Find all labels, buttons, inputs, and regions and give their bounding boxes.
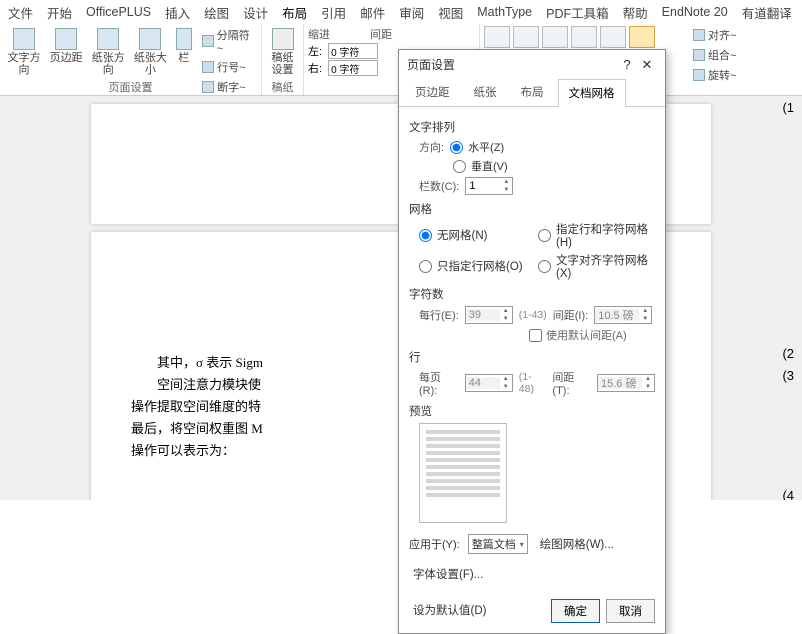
line-numbers-button[interactable]: 行号~ <box>199 58 257 76</box>
arrange-icon[interactable] <box>629 26 655 48</box>
menu-item[interactable]: MathType <box>477 5 532 19</box>
grid-char-align-radio[interactable]: 文字对齐字符网格(X) <box>538 252 655 280</box>
menu-item[interactable]: 布局 <box>282 3 307 22</box>
direction-vertical-radio[interactable]: 垂直(V) <box>453 158 508 174</box>
help-icon[interactable]: ? <box>617 57 637 72</box>
group-label-page-setup: 页面设置 <box>0 79 261 95</box>
menu-item[interactable]: 插入 <box>165 3 190 22</box>
page-setup-dialog: 页面设置 ? ✕ 页边距纸张布局文档网格 文字排列 方向: 水平(Z) 垂直(V… <box>398 49 666 634</box>
menu-item[interactable]: 开始 <box>47 3 72 22</box>
use-default-pitch-checkbox[interactable]: 使用默认间距(A) <box>529 327 627 343</box>
group-button[interactable]: 组合~ <box>690 46 739 64</box>
menu-item[interactable]: 帮助 <box>623 3 648 22</box>
breaks-button[interactable]: 分隔符~ <box>199 26 257 56</box>
dialog-tab[interactable]: 页边距 <box>405 79 460 106</box>
grid-lines-chars-radio[interactable]: 指定行和字符网格(H) <box>538 221 655 249</box>
direction-horizontal-radio[interactable]: 水平(Z) <box>450 139 504 155</box>
indent-left-input[interactable] <box>328 43 378 59</box>
menu-item[interactable]: 引用 <box>321 3 346 22</box>
draw-grid-button[interactable]: 绘图网格(W)... <box>536 533 618 555</box>
preview-box <box>419 423 507 523</box>
chars-per-line-spinner[interactable]: ▲▼ <box>465 306 513 324</box>
dialog-tab[interactable]: 纸张 <box>464 79 507 106</box>
menu-item[interactable]: 视图 <box>438 3 463 22</box>
close-icon[interactable]: ✕ <box>637 57 657 73</box>
arrange-icon[interactable] <box>484 26 510 48</box>
ribbon-group-manuscript: 稿纸 设置 稿纸 <box>262 24 304 95</box>
line-pitch-spinner[interactable]: ▲▼ <box>597 374 655 392</box>
grid-lines-only-radio[interactable]: 只指定行网格(O) <box>419 252 536 280</box>
arrange-icon[interactable] <box>571 26 597 48</box>
section-grid: 网格 <box>409 201 655 217</box>
lines-per-page-spinner[interactable]: ▲▼ <box>465 374 513 392</box>
arrange-icon[interactable] <box>542 26 568 48</box>
equation-number: (3 <box>782 368 794 383</box>
indent-right-input[interactable] <box>328 60 378 76</box>
equation-number: (2 <box>782 346 794 361</box>
menu-item[interactable]: 文件 <box>8 3 33 22</box>
section-chars: 字符数 <box>409 286 655 302</box>
menu-item[interactable]: 审阅 <box>399 3 424 22</box>
dialog-tabs: 页边距纸张布局文档网格 <box>399 79 665 107</box>
ribbon-group-page-setup: 文字方向 页边距 纸张方向 纸张大小 栏 分隔符~ 行号~ 断字~ 页面设置 <box>0 24 262 95</box>
equation-number: (1 <box>782 100 794 115</box>
cancel-button[interactable]: 取消 <box>606 599 655 623</box>
menu-item[interactable]: 设计 <box>243 3 268 22</box>
menu-item[interactable]: PDF工具箱 <box>546 3 609 22</box>
dialog-title: 页面设置 <box>407 56 617 73</box>
menu-item[interactable]: 邮件 <box>360 3 385 22</box>
menu-item[interactable]: 绘图 <box>204 3 229 22</box>
equation-number: (4 <box>782 488 794 500</box>
menu-bar: 文件开始 OfficePLUS 插入绘图设计布局引用邮件审阅视图 MathType PD… <box>0 0 802 24</box>
arrange-icon[interactable] <box>600 26 626 48</box>
ok-button[interactable]: 确定 <box>551 599 600 623</box>
dialog-tab[interactable]: 布局 <box>511 79 554 106</box>
menu-item[interactable]: EndNote 20 <box>662 5 728 19</box>
align-button[interactable]: 对齐~ <box>690 26 739 44</box>
arrange-icon[interactable] <box>513 26 539 48</box>
rotate-button[interactable]: 旋转~ <box>690 66 739 84</box>
set-default-button[interactable]: 设为默认值(D) <box>409 599 490 623</box>
section-lines: 行 <box>409 349 655 365</box>
apply-to-combo[interactable]: 整篇文档▾ <box>468 534 528 554</box>
section-preview: 预览 <box>409 403 655 419</box>
dialog-titlebar: 页面设置 ? ✕ <box>399 50 665 79</box>
group-label-manuscript: 稿纸 <box>262 79 303 95</box>
menu-item[interactable]: OfficePLUS <box>86 5 151 19</box>
grid-none-radio[interactable]: 无网格(N) <box>419 221 536 249</box>
section-text-arrange: 文字排列 <box>409 119 655 135</box>
char-pitch-spinner[interactable]: ▲▼ <box>594 306 652 324</box>
font-settings-button[interactable]: 字体设置(F)... <box>409 563 487 585</box>
menu-item[interactable]: 有道翻译 <box>742 3 792 22</box>
dialog-tab[interactable]: 文档网格 <box>558 79 626 107</box>
columns-spinner[interactable]: ▲▼ <box>465 177 513 195</box>
